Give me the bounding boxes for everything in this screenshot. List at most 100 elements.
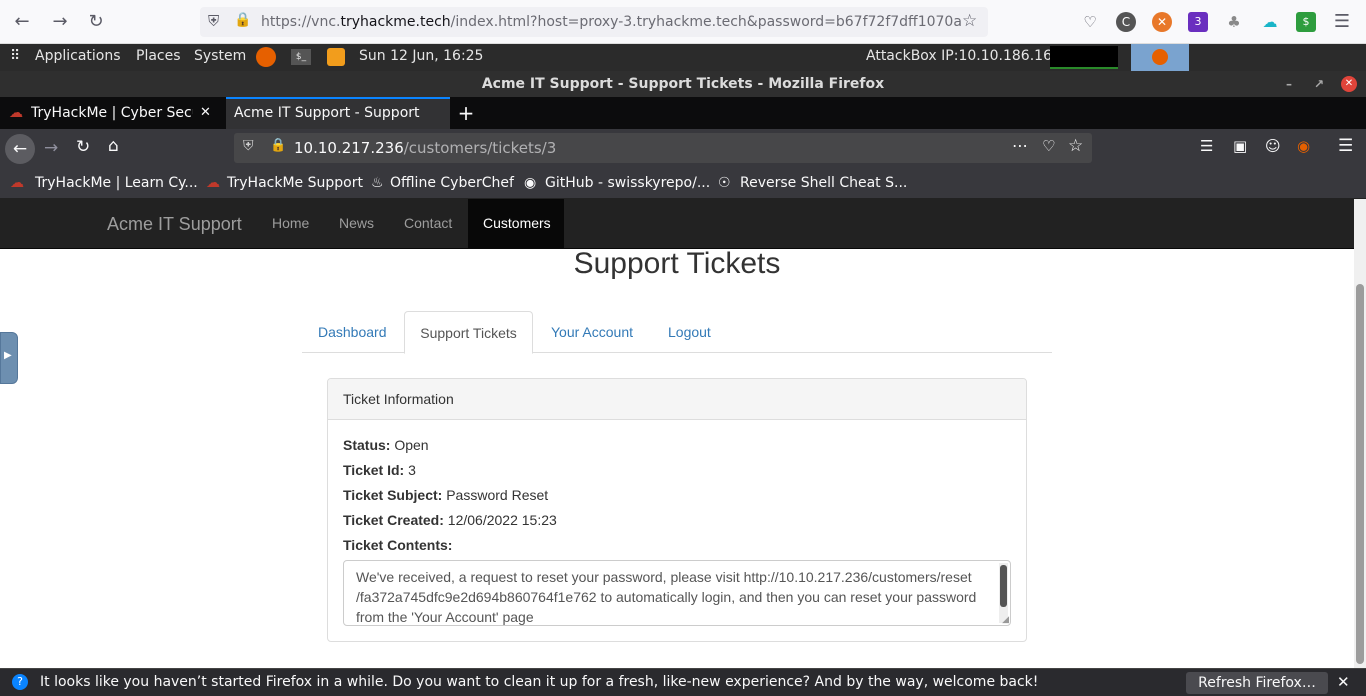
- tab-close-icon[interactable]: ✕: [200, 97, 211, 129]
- places-menu[interactable]: Places: [136, 48, 181, 64]
- ticket-subject-row: Ticket Subject: Password Reset: [343, 487, 549, 503]
- notification-message: It looks like you haven’t started Firefo…: [40, 674, 1039, 690]
- globe-icon: ☉: [718, 175, 731, 191]
- applications-menu[interactable]: Applications: [35, 48, 121, 64]
- page-title: Support Tickets: [573, 247, 781, 280]
- menu-icon[interactable]: ☰: [1338, 136, 1353, 156]
- hamburger-menu-icon[interactable]: ☰: [1332, 12, 1352, 32]
- tab-support-tickets[interactable]: Support Tickets: [404, 311, 533, 354]
- system-monitor-graph: [1050, 46, 1118, 69]
- sidebar-icon[interactable]: ▣: [1233, 137, 1247, 155]
- bookmark-reverse-shell[interactable]: Reverse Shell Cheat S...: [740, 175, 907, 191]
- tab-tryhackme[interactable]: ☁ TryHackMe | Cyber Secur ✕: [0, 97, 222, 129]
- nav-home[interactable]: Home: [272, 215, 309, 231]
- sublime-launcher-icon[interactable]: [327, 48, 345, 66]
- ticket-status: Open: [394, 437, 429, 453]
- attackbox-ip: AttackBox IP:10.10.186.166: [866, 48, 1061, 64]
- close-icon[interactable]: ✕: [1337, 673, 1350, 691]
- page-scrollbar[interactable]: [1354, 199, 1366, 668]
- shield-icon[interactable]: ⛨: [243, 138, 254, 154]
- bookmarks-toolbar: ☁ TryHackMe | Learn Cy... ☁ TryHackMe Su…: [0, 169, 1366, 199]
- tab-logout[interactable]: Logout: [668, 311, 711, 353]
- pocket-icon[interactable]: ♡: [1042, 137, 1055, 155]
- new-tab-plus-icon[interactable]: +: [455, 97, 477, 129]
- reload-icon[interactable]: ↻: [84, 10, 108, 34]
- tab-label: TryHackMe | Cyber Secur: [31, 105, 193, 121]
- nav-contact[interactable]: Contact: [404, 215, 452, 231]
- account-icon[interactable]: ☺: [1265, 137, 1281, 155]
- extension-badge-icon[interactable]: 3: [1188, 12, 1208, 32]
- window-title: Acme IT Support - Support Tickets - Mozi…: [481, 76, 885, 92]
- chef-hat-icon: ♨: [371, 175, 384, 191]
- pocket-icon[interactable]: ♡: [1080, 12, 1100, 32]
- play-arrow-icon: ▶: [4, 350, 12, 361]
- ticket-created: 12/06/2022 15:23: [447, 512, 557, 528]
- ticket-subject: Password Reset: [446, 487, 549, 503]
- insecure-lock-icon[interactable]: 🔒: [270, 138, 286, 153]
- firefox-launcher-icon[interactable]: [256, 47, 276, 67]
- vnc-side-handle[interactable]: ▶: [0, 332, 18, 384]
- web-page: Acme IT Support Home News Contact Custom…: [0, 199, 1354, 668]
- ticket-contents-label: Ticket Contents:: [343, 537, 453, 553]
- info-question-icon: ?: [12, 674, 28, 690]
- tryhackme-cloud-icon: ☁: [10, 175, 24, 191]
- system-menu[interactable]: System: [194, 48, 246, 64]
- bookmark-tryhackme-learn[interactable]: TryHackMe | Learn Cy...: [35, 175, 198, 191]
- bookmark-star-icon[interactable]: ☆: [1068, 136, 1083, 156]
- desktop-panel: ⠿ Applications Places System $_ Sun 12 J…: [0, 44, 1366, 71]
- refresh-notification-bar: ? It looks like you haven’t started Fire…: [0, 668, 1366, 696]
- forward-arrow-icon[interactable]: →: [44, 138, 58, 158]
- lock-icon[interactable]: 🔒: [234, 12, 251, 28]
- nav-customers-active[interactable]: Customers: [468, 199, 564, 249]
- terminal-launcher-icon[interactable]: $_: [291, 49, 311, 65]
- reload-icon[interactable]: ↻: [76, 137, 90, 157]
- foxyproxy-icon[interactable]: ◉: [1297, 137, 1310, 155]
- tryhackme-cloud-icon: ☁: [9, 105, 23, 121]
- host-url-text[interactable]: https://vnc.tryhackme.tech/index.html?ho…: [261, 14, 961, 30]
- bookmark-github[interactable]: GitHub - swisskyrepo/...: [545, 175, 710, 191]
- url-bar[interactable]: ⛨ 🔒 10.10.217.236/customers/tickets/3 ⋯ …: [234, 133, 1092, 163]
- tryhackme-cloud-icon: ☁: [206, 175, 220, 191]
- site-brand[interactable]: Acme IT Support: [107, 214, 242, 235]
- green-extension-icon[interactable]: $: [1296, 12, 1316, 32]
- ticket-created-row: Ticket Created: 12/06/2022 15:23: [343, 512, 557, 528]
- host-url-bar[interactable]: ⛨ 🔒 https://vnc.tryhackme.tech/index.htm…: [200, 7, 988, 37]
- library-icon[interactable]: ☰: [1200, 137, 1213, 155]
- puzzle-extension-icon[interactable]: ♣: [1224, 12, 1244, 32]
- tab-acme-support[interactable]: Acme IT Support - Support T: [226, 97, 450, 129]
- ticket-contents: We've received, a request to reset your …: [356, 569, 977, 625]
- tab-dashboard[interactable]: Dashboard: [318, 311, 387, 353]
- ticket-panel: Ticket Information Status: Open Ticket I…: [327, 378, 1027, 642]
- maximize-icon[interactable]: ↗: [1311, 76, 1327, 92]
- resize-handle-icon[interactable]: ◢: [1002, 614, 1009, 625]
- ticket-contents-textarea[interactable]: We've received, a request to reset your …: [343, 560, 1011, 626]
- bookmark-star-icon[interactable]: ☆: [962, 11, 977, 31]
- back-arrow-icon[interactable]: ←: [10, 10, 34, 34]
- window-close-icon[interactable]: ✕: [1341, 76, 1357, 92]
- shield-icon[interactable]: ⛨: [208, 12, 219, 30]
- extension-c-icon[interactable]: C: [1116, 12, 1136, 32]
- ticket-panel-heading: Ticket Information: [328, 379, 1026, 420]
- back-arrow-icon[interactable]: ←: [5, 134, 35, 164]
- minimize-icon[interactable]: –: [1281, 76, 1297, 92]
- refresh-firefox-button[interactable]: Refresh Firefox…: [1186, 672, 1328, 694]
- forward-arrow-icon[interactable]: →: [48, 10, 72, 34]
- github-icon: ◉: [524, 175, 537, 191]
- ticket-id-row: Ticket Id: 3: [343, 462, 416, 478]
- home-icon[interactable]: ⌂: [108, 136, 119, 156]
- url-text[interactable]: 10.10.217.236/customers/tickets/3: [294, 139, 556, 157]
- tab-your-account[interactable]: Your Account: [551, 311, 633, 353]
- page-actions-icon[interactable]: ⋯: [1012, 136, 1028, 155]
- cloud-extension-icon[interactable]: ☁: [1260, 12, 1280, 32]
- bookmark-tryhackme-support[interactable]: TryHackMe Support: [227, 175, 363, 191]
- ticket-status-row: Status: Open: [343, 437, 429, 453]
- ticket-id: 3: [408, 462, 416, 478]
- panel-title: Ticket Information: [343, 391, 454, 407]
- bookmark-cyberchef[interactable]: Offline CyberChef: [390, 175, 514, 191]
- app-grid-icon[interactable]: ⠿: [10, 48, 20, 64]
- inner-navbar: ← → ↻ ⌂ ⛨ 🔒 10.10.217.236/customers/tick…: [0, 129, 1366, 169]
- blocker-extension-icon[interactable]: ✕: [1152, 12, 1172, 32]
- clock[interactable]: Sun 12 Jun, 16:25: [359, 48, 483, 64]
- nav-news[interactable]: News: [339, 215, 374, 231]
- nav-customers[interactable]: Customers: [483, 215, 551, 231]
